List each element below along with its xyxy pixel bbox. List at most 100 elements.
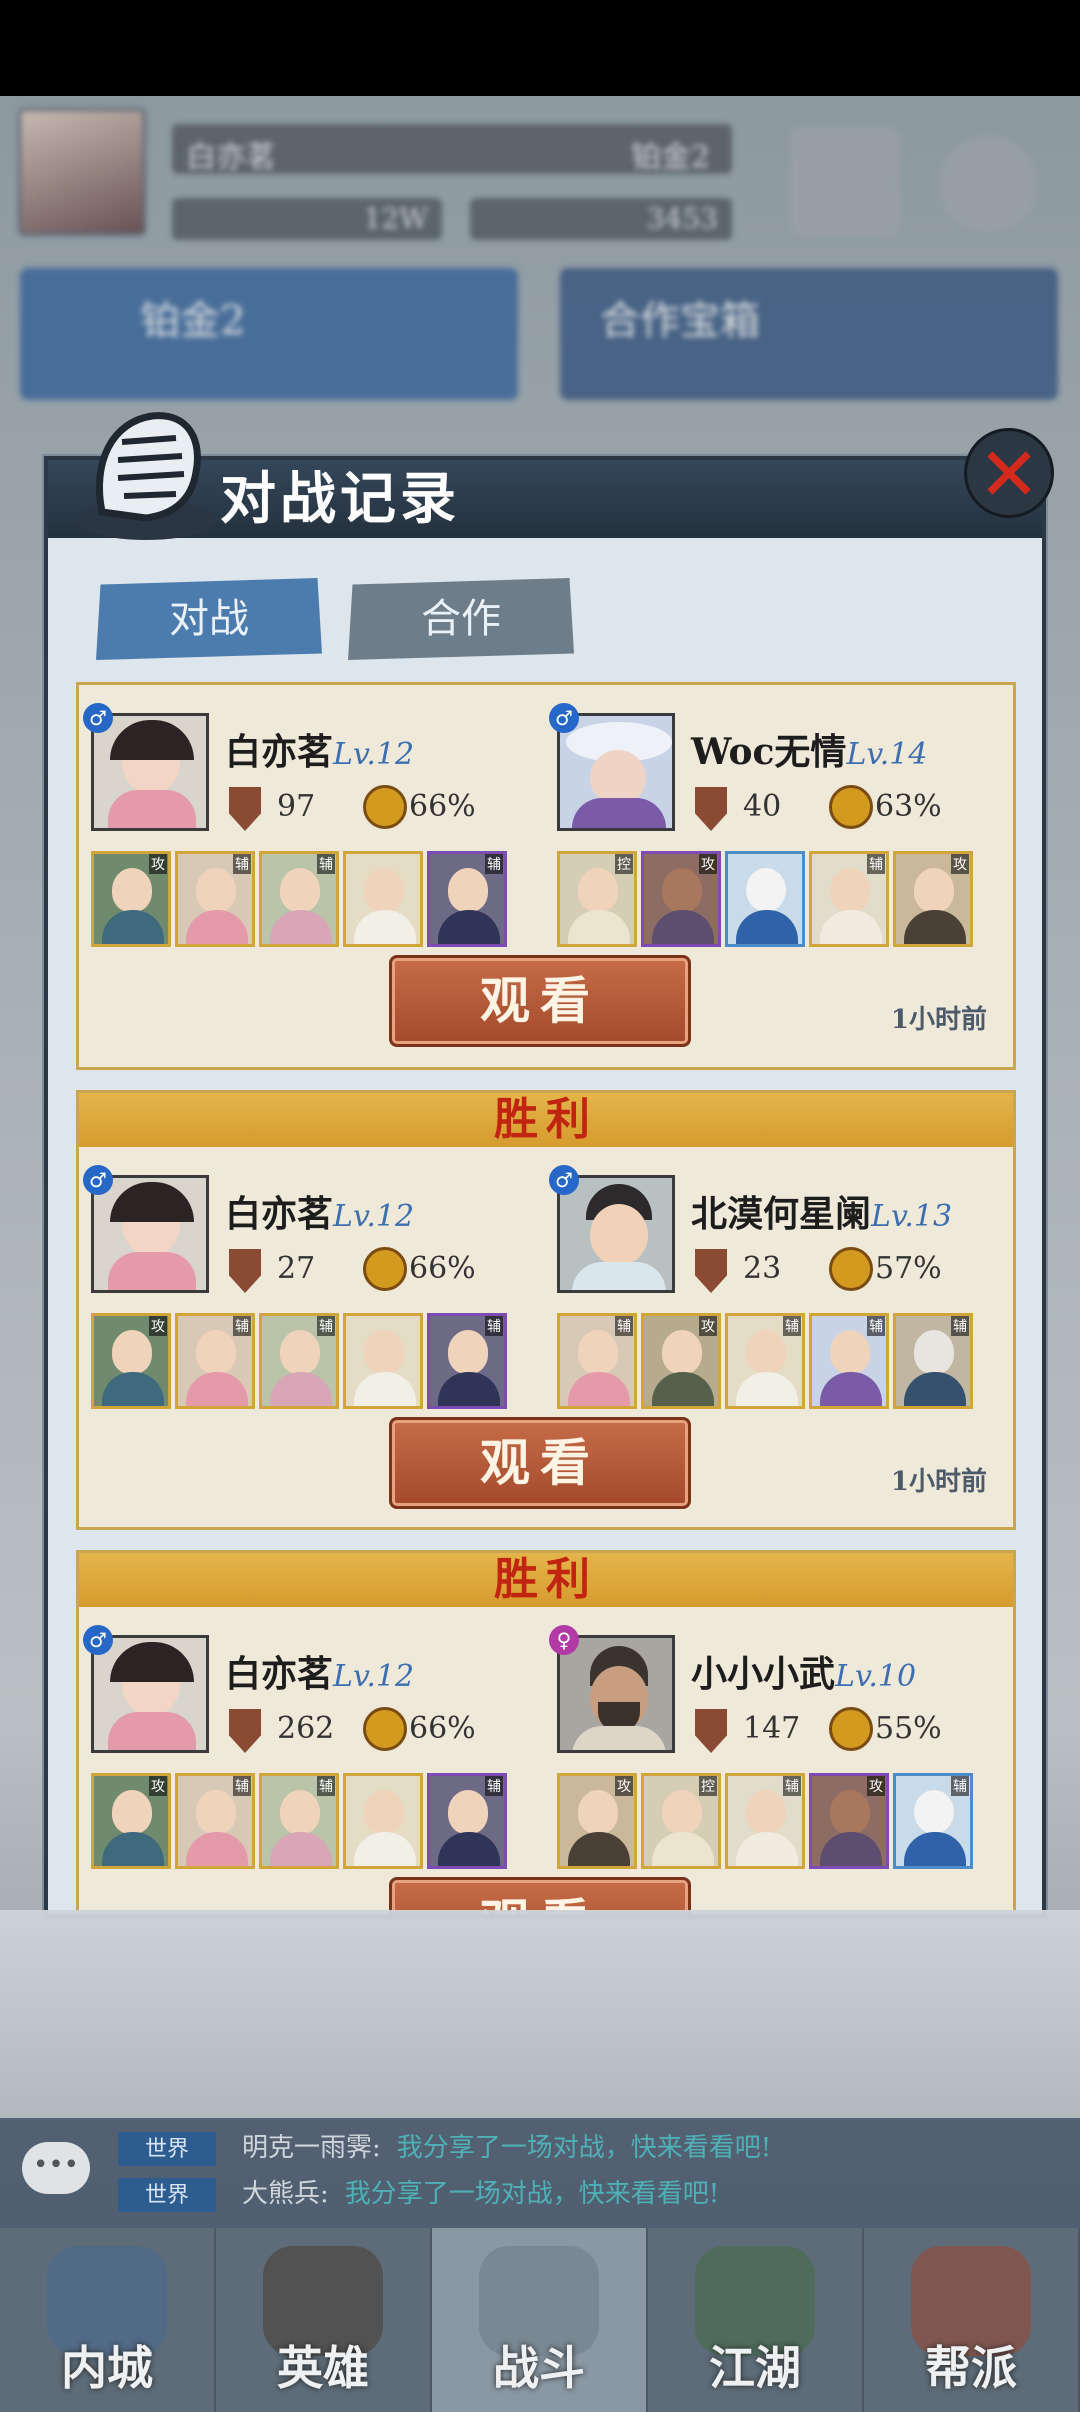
hero-card[interactable]: 辅 bbox=[427, 1773, 507, 1869]
hero-card[interactable] bbox=[343, 1313, 423, 1409]
record-card: ♂ 白亦茗Lv.12 97 66% 攻 辅 辅 辅 ♂ Woc无情Lv.14 4… bbox=[76, 682, 1016, 1070]
close-button[interactable]: ✕ bbox=[964, 428, 1054, 518]
player-name: 白亦茗Lv.12 bbox=[225, 1193, 415, 1235]
hero-card[interactable]: 辅 bbox=[175, 1773, 255, 1869]
hero-lineup: 攻 控 辅 攻 辅 bbox=[557, 1773, 973, 1869]
avatar[interactable] bbox=[91, 1635, 209, 1753]
power-value: 97 bbox=[277, 789, 316, 824]
result-banner: 胜利 bbox=[79, 1553, 1013, 1607]
nav-inner-city[interactable]: 内城 bbox=[0, 2228, 216, 2412]
hero-card[interactable]: 辅 bbox=[809, 851, 889, 947]
hero-card[interactable]: 攻 bbox=[91, 851, 171, 947]
dialog-title: 对战记录 bbox=[220, 466, 460, 532]
battle-record-dialog: 对战记录 对战 合作 ♂ 白亦茗Lv.12 97 66% 攻 辅 辅 辅 ♂ W… bbox=[44, 456, 1046, 1918]
hero-card[interactable]: 辅 bbox=[725, 1313, 805, 1409]
player-namebar: 白亦茗 铂金2 bbox=[172, 124, 732, 175]
winrate-medal-icon bbox=[363, 1707, 407, 1751]
chat-line: 世界 明克一雨霁: 我分享了一场对战，快来看看吧! bbox=[118, 2130, 771, 2166]
winrate-value: 66% bbox=[409, 789, 476, 824]
hero-lineup: 攻 辅 辅 辅 bbox=[91, 1773, 507, 1869]
chat-line: 世界 大熊兵: 我分享了一场对战，快来看看吧! bbox=[118, 2176, 719, 2212]
tab-battle[interactable]: 对战 bbox=[96, 578, 322, 660]
hero-card[interactable]: 控 bbox=[641, 1773, 721, 1869]
power-value: 40 bbox=[743, 789, 782, 824]
avatar[interactable] bbox=[557, 1175, 675, 1293]
hero-card[interactable]: 攻 bbox=[641, 1313, 721, 1409]
hero-card[interactable]: 辅 bbox=[175, 1313, 255, 1409]
nav-guild[interactable]: 帮派 bbox=[864, 2228, 1080, 2412]
hero-card[interactable]: 辅 bbox=[259, 1773, 339, 1869]
hero-card[interactable]: 辅 bbox=[427, 851, 507, 947]
record-card: 胜利 ♂ 白亦茗Lv.12 27 66% 攻 辅 辅 辅 ♂ 北漠何星阑Lv.1… bbox=[76, 1090, 1016, 1530]
avatar[interactable] bbox=[557, 713, 675, 831]
male-icon: ♂ bbox=[83, 1625, 113, 1655]
male-icon: ♂ bbox=[83, 1165, 113, 1195]
winrate-medal-icon bbox=[363, 1247, 407, 1291]
chat-message: 我分享了一场对战，快来看看吧! bbox=[396, 2133, 772, 2163]
status-bar bbox=[0, 0, 1080, 96]
nav-jianghu[interactable]: 江湖 bbox=[648, 2228, 864, 2412]
winrate-value: 66% bbox=[409, 1711, 476, 1746]
record-list[interactable]: ♂ 白亦茗Lv.12 97 66% 攻 辅 辅 辅 ♂ Woc无情Lv.14 4… bbox=[76, 682, 1016, 1914]
gear-icon bbox=[940, 136, 1036, 232]
chat-channel-tag: 世界 bbox=[118, 2178, 216, 2212]
watch-button[interactable]: 观看 bbox=[389, 1417, 691, 1509]
avatar[interactable] bbox=[557, 1635, 675, 1753]
hero-card[interactable]: 攻 bbox=[557, 1773, 637, 1869]
hero-card[interactable]: 辅 bbox=[557, 1313, 637, 1409]
male-icon: ♂ bbox=[549, 1165, 579, 1195]
hero-card[interactable] bbox=[343, 851, 423, 947]
hero-card[interactable]: 辅 bbox=[259, 1313, 339, 1409]
record-left-player: ♂ 白亦茗Lv.12 97 66% 攻 辅 辅 辅 bbox=[79, 691, 519, 947]
player-name: 小小小武Lv.10 bbox=[691, 1653, 917, 1695]
close-x-icon: ✕ bbox=[977, 432, 1040, 518]
power-value: 23 bbox=[743, 1251, 782, 1286]
hero-lineup: 攻 辅 辅 辅 bbox=[91, 1313, 507, 1409]
fist-emblem-icon bbox=[76, 412, 216, 540]
hero-card[interactable]: 辅 bbox=[175, 851, 255, 947]
male-icon: ♂ bbox=[549, 703, 579, 733]
resource-1: 12W bbox=[172, 198, 442, 240]
hero-card[interactable] bbox=[725, 851, 805, 947]
hero-card[interactable]: 攻 bbox=[809, 1773, 889, 1869]
player-name: 白亦茗Lv.12 bbox=[225, 731, 415, 773]
chat-channel-tag: 世界 bbox=[118, 2132, 216, 2166]
hero-card[interactable]: 辅 bbox=[259, 851, 339, 947]
rank-label: 铂金2 bbox=[630, 140, 710, 175]
hero-lineup: 控 攻 辅 攻 bbox=[557, 851, 973, 947]
power-value: 27 bbox=[277, 1251, 316, 1286]
power-icon bbox=[229, 1249, 261, 1293]
hero-card[interactable]: 辅 bbox=[809, 1313, 889, 1409]
avatar[interactable] bbox=[91, 713, 209, 831]
hero-card[interactable]: 攻 bbox=[91, 1773, 171, 1869]
hero-card[interactable]: 辅 bbox=[893, 1313, 973, 1409]
hero-card[interactable]: 攻 bbox=[893, 851, 973, 947]
chat-bar[interactable]: ••• 世界 明克一雨霁: 我分享了一场对战，快来看看吧! 世界 大熊兵: 我分享了一场… bbox=[0, 2118, 1080, 2228]
nav-heroes[interactable]: 英雄 bbox=[216, 2228, 432, 2412]
hero-card[interactable]: 辅 bbox=[893, 1773, 973, 1869]
watch-button[interactable]: 观看 bbox=[389, 955, 691, 1047]
hero-card[interactable] bbox=[343, 1773, 423, 1869]
hero-card[interactable]: 辅 bbox=[725, 1773, 805, 1869]
power-value: 262 bbox=[277, 1711, 335, 1746]
female-icon: ♀ bbox=[549, 1625, 579, 1655]
hero-card[interactable]: 控 bbox=[557, 851, 637, 947]
record-left-player: ♂ 白亦茗Lv.12 27 66% 攻 辅 辅 辅 bbox=[79, 1153, 519, 1409]
record-left-player: ♂ 白亦茗Lv.12 262 66% 攻 辅 辅 辅 bbox=[79, 1613, 519, 1869]
chat-message: 我分享了一场对战，快来看看吧! bbox=[344, 2179, 720, 2209]
chat-sender: 明克一雨霁: bbox=[242, 2133, 381, 2163]
tools-icon bbox=[790, 126, 900, 236]
resource-2: 3453 bbox=[470, 198, 732, 240]
hero-card[interactable]: 攻 bbox=[641, 851, 721, 947]
nav-battle[interactable]: 战斗 bbox=[432, 2228, 648, 2412]
power-icon bbox=[229, 1709, 261, 1753]
avatar[interactable] bbox=[91, 1175, 209, 1293]
tab-coop[interactable]: 合作 bbox=[348, 578, 574, 660]
record-card: 胜利 ♂ 白亦茗Lv.12 262 66% 攻 辅 辅 辅 ♀ 小小小武Lv.1… bbox=[76, 1550, 1016, 1914]
hero-card[interactable]: 辅 bbox=[427, 1313, 507, 1409]
winrate-value: 55% bbox=[875, 1711, 942, 1746]
hero-card[interactable]: 攻 bbox=[91, 1313, 171, 1409]
chat-bubble-icon[interactable]: ••• bbox=[22, 2142, 90, 2194]
power-value: 147 bbox=[743, 1711, 801, 1746]
time-ago: 1小时前 bbox=[890, 1467, 987, 1497]
